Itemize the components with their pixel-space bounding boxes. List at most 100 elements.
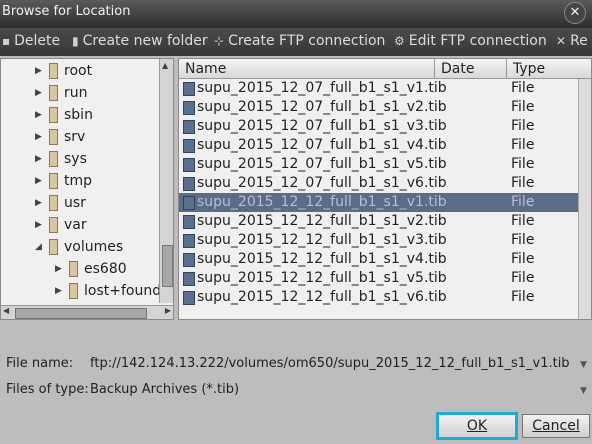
file-type-select[interactable]: Backup Archives (*.tib) xyxy=(90,382,239,397)
file-row[interactable]: supu_2015_12_07_full_b1_s1_v6.tib File xyxy=(179,174,591,193)
file-list[interactable]: Name Date Type supu_2015_12_07_full_b1_s… xyxy=(178,58,592,320)
expand-arrow-icon[interactable]: ▶ xyxy=(55,286,65,296)
file-name: supu_2015_12_12_full_b1_s1_v3.tib xyxy=(197,232,447,248)
scroll-left-arrow-icon[interactable]: ◀ xyxy=(3,306,9,315)
remove-button[interactable]: ✕ Re xyxy=(556,33,588,49)
expand-arrow-icon[interactable]: ▶ xyxy=(35,110,45,120)
file-icon xyxy=(183,139,195,153)
close-icon[interactable]: ✕ xyxy=(564,2,586,24)
tree-item[interactable]: ▶ es680 xyxy=(55,261,127,281)
expand-arrow-icon[interactable]: ▶ xyxy=(35,220,45,230)
tree-item[interactable]: ▶ root xyxy=(35,63,92,83)
tree-item[interactable]: ▶ lost+found xyxy=(55,283,161,303)
scrollbar-thumb[interactable] xyxy=(162,245,173,287)
file-icon xyxy=(183,101,195,115)
folder-icon xyxy=(49,217,58,233)
edit-ftp-label: Edit FTP connection xyxy=(408,33,547,49)
column-header-date[interactable]: Date xyxy=(435,59,507,79)
ok-button[interactable]: OK xyxy=(436,412,518,440)
tree-item[interactable]: ▶ sbin xyxy=(35,107,93,127)
chevron-down-icon[interactable]: ▼ xyxy=(580,360,587,370)
tree-item-label: es680 xyxy=(84,261,127,277)
tree-item[interactable]: ▶ tmp xyxy=(35,173,92,193)
scroll-right-arrow-icon[interactable]: ▶ xyxy=(165,306,171,315)
tree-item-label: srv xyxy=(64,129,86,145)
cancel-button-label: Cancel xyxy=(532,418,580,434)
file-type-label: Files of type: xyxy=(6,382,89,397)
tree-item-label: run xyxy=(64,85,88,101)
file-name: supu_2015_12_07_full_b1_s1_v6.tib xyxy=(197,175,447,191)
file-type: File xyxy=(511,156,535,172)
tree-item-label: lost+found xyxy=(84,283,162,299)
tree-item-label: var xyxy=(64,217,87,233)
file-name: supu_2015_12_07_full_b1_s1_v2.tib xyxy=(197,99,447,115)
file-row[interactable]: supu_2015_12_12_full_b1_s1_v5.tib File xyxy=(179,269,591,288)
file-name-label: File name: xyxy=(6,356,74,371)
ok-button-label: OK xyxy=(466,418,488,434)
expand-arrow-icon[interactable]: ▶ xyxy=(35,154,45,164)
file-row[interactable]: supu_2015_12_07_full_b1_s1_v2.tib File xyxy=(179,98,591,117)
scroll-up-arrow-icon[interactable]: ▲ xyxy=(162,61,168,70)
file-row[interactable]: supu_2015_12_12_full_b1_s1_v6.tib File xyxy=(179,288,591,307)
folder-icon xyxy=(49,107,58,123)
file-icon xyxy=(183,177,195,191)
expand-arrow-icon[interactable]: ▶ xyxy=(55,264,65,274)
chevron-down-icon[interactable]: ▼ xyxy=(580,386,587,396)
column-header-type[interactable]: Type xyxy=(507,59,591,79)
remove-label: Re xyxy=(570,33,588,49)
file-name: supu_2015_12_12_full_b1_s1_v4.tib xyxy=(197,251,447,267)
tree-item[interactable]: ▶ usr xyxy=(35,195,86,215)
delete-button[interactable]: ▪ Delete xyxy=(2,33,60,49)
create-ftp-button[interactable]: ⊹ Create FTP connection xyxy=(214,33,385,49)
file-name: supu_2015_12_12_full_b1_s1_v6.tib xyxy=(197,289,447,305)
tree-item[interactable]: ▶ srv xyxy=(35,129,85,149)
file-row[interactable]: supu_2015_12_07_full_b1_s1_v3.tib File xyxy=(179,117,591,136)
tree-item[interactable]: ▶ run xyxy=(35,85,88,105)
expand-arrow-icon[interactable]: ▶ xyxy=(35,176,45,186)
expand-arrow-icon[interactable]: ▶ xyxy=(35,132,45,142)
delete-label: Delete xyxy=(14,33,61,49)
file-row-selected[interactable]: supu_2015_12_12_full_b1_s1_v1.tib File xyxy=(179,193,591,212)
file-icon xyxy=(183,234,195,248)
edit-network-icon: ⚙ xyxy=(394,34,405,48)
tree-item-label: usr xyxy=(64,195,86,211)
tree-item-label: sbin xyxy=(64,107,93,123)
create-folder-button[interactable]: ▮ Create new folder xyxy=(72,33,208,49)
file-row[interactable]: supu_2015_12_12_full_b1_s1_v3.tib File xyxy=(179,231,591,250)
file-row[interactable]: supu_2015_12_12_full_b1_s1_v4.tib File xyxy=(179,250,591,269)
cancel-button[interactable]: Cancel xyxy=(522,414,590,438)
file-row[interactable]: supu_2015_12_07_full_b1_s1_v5.tib File xyxy=(179,155,591,174)
file-row[interactable]: supu_2015_12_12_full_b1_s1_v2.tib File xyxy=(179,212,591,231)
tree-item[interactable]: ◢ volumes xyxy=(35,239,123,259)
file-name: supu_2015_12_07_full_b1_s1_v5.tib xyxy=(197,156,447,172)
expand-arrow-icon[interactable]: ▶ xyxy=(35,88,45,98)
tree-item[interactable]: ▶ var xyxy=(35,217,87,237)
tree-item[interactable]: ▶ sys xyxy=(35,151,87,171)
file-list-scrollbar[interactable] xyxy=(578,79,591,319)
create-folder-label: Create new folder xyxy=(82,33,208,49)
folder-tree[interactable]: ▶ root ▶ run ▶ sbin ▶ srv ▶ sys ▶ tmp ▶ usr ▶ va… xyxy=(0,58,174,320)
folder-icon xyxy=(49,63,58,79)
delete-icon: ▪ xyxy=(2,34,11,48)
folder-icon xyxy=(49,85,58,101)
tree-vertical-scrollbar[interactable]: ▲ xyxy=(159,59,173,303)
folder-icon xyxy=(69,283,78,299)
expand-arrow-icon[interactable]: ▶ xyxy=(35,66,45,76)
file-type: File xyxy=(511,99,535,115)
file-name: supu_2015_12_12_full_b1_s1_v2.tib xyxy=(197,213,447,229)
file-name-field[interactable]: ftp://142.124.13.222/volumes/om650/supu_… xyxy=(90,356,570,371)
file-row[interactable]: supu_2015_12_07_full_b1_s1_v1.tib File xyxy=(179,79,591,98)
scrollbar-thumb[interactable] xyxy=(15,308,147,319)
file-icon xyxy=(183,291,195,305)
collapse-arrow-icon[interactable]: ◢ xyxy=(35,242,45,252)
file-icon xyxy=(183,215,195,229)
tree-horizontal-scrollbar[interactable]: ◀ ▶ xyxy=(1,305,173,319)
column-header-name[interactable]: Name xyxy=(179,59,435,79)
edit-ftp-button[interactable]: ⚙ Edit FTP connection xyxy=(394,33,547,49)
file-name: supu_2015_12_07_full_b1_s1_v3.tib xyxy=(197,118,447,134)
create-ftp-label[interactable]: Create FTP connection xyxy=(228,33,385,49)
toolbar: ▪ Delete ▮ Create new folder ⊹ Create FTP c… xyxy=(0,28,592,56)
tree-item-label: volumes xyxy=(64,239,124,255)
file-row[interactable]: supu_2015_12_07_full_b1_s1_v4.tib File xyxy=(179,136,591,155)
expand-arrow-icon[interactable]: ▶ xyxy=(35,198,45,208)
